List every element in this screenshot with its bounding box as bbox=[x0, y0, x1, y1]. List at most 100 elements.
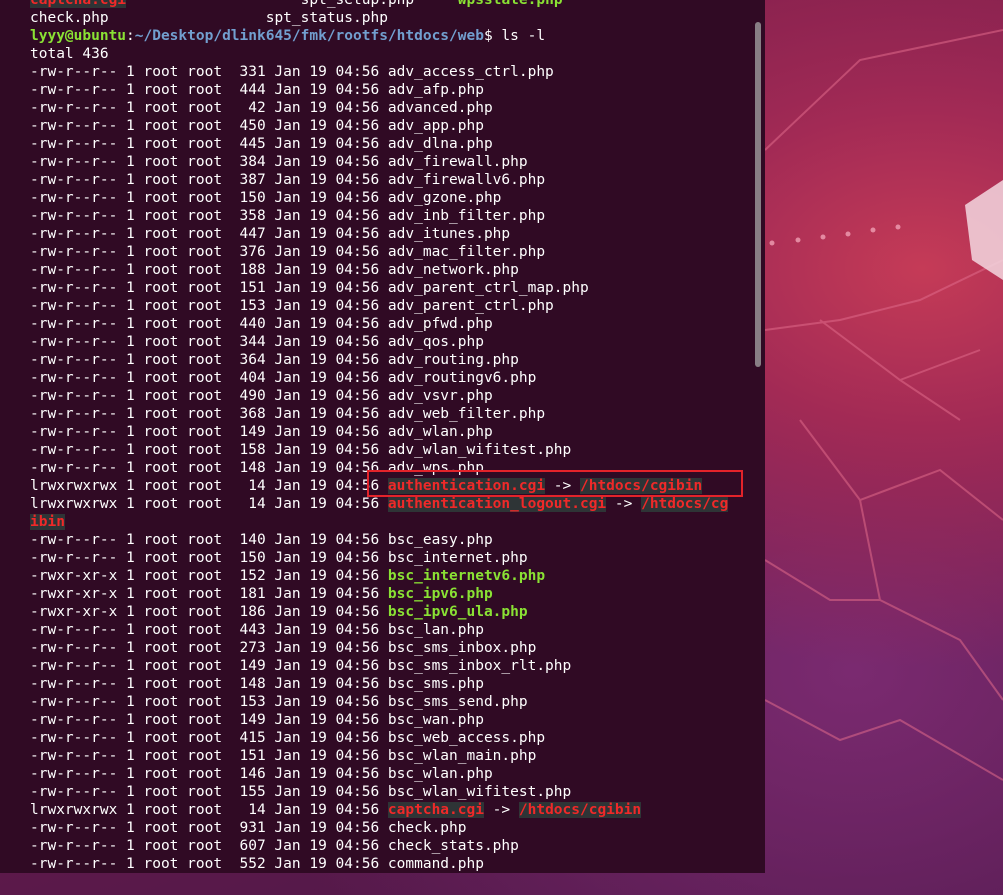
terminal-scrollbar[interactable] bbox=[755, 22, 761, 367]
listing-row: -rw-r--r-- 1 root root 140 Jan 19 04:56 … bbox=[30, 531, 760, 549]
filename: adv_routingv6.php bbox=[387, 370, 537, 386]
prompt-path: ~/Desktop/dlink645/fmk/rootfs/htdocs/web bbox=[134, 28, 484, 44]
prev-filename: spt_status.php bbox=[265, 10, 388, 26]
filename: adv_inb_filter.php bbox=[387, 208, 546, 224]
listing-row: -rw-r--r-- 1 root root 146 Jan 19 04:56 … bbox=[30, 765, 760, 783]
prompt-separator: : bbox=[126, 28, 135, 44]
filename: bsc_sms_inbox.php bbox=[387, 640, 537, 656]
filename: adv_parent_ctrl.php bbox=[387, 298, 554, 314]
listing-row: -rw-r--r-- 1 root root 387 Jan 19 04:56 … bbox=[30, 171, 760, 189]
file-meta: -rw-r--r-- 1 root root 443 Jan 19 04:56 bbox=[30, 622, 388, 638]
filename: bsc_wan.php bbox=[387, 712, 484, 728]
listing-row: -rw-r--r-- 1 root root 445 Jan 19 04:56 … bbox=[30, 135, 760, 153]
listing-row: -rw-r--r-- 1 root root 149 Jan 19 04:56 … bbox=[30, 711, 760, 729]
file-meta: -rw-r--r-- 1 root root 607 Jan 19 04:56 bbox=[30, 838, 388, 854]
listing-row: -rw-r--r-- 1 root root 447 Jan 19 04:56 … bbox=[30, 225, 760, 243]
filename: adv_qos.php bbox=[387, 334, 484, 350]
filename: bsc_lan.php bbox=[387, 622, 484, 638]
filename: command.php bbox=[387, 856, 484, 872]
file-meta: -rw-r--r-- 1 root root 450 Jan 19 04:56 bbox=[30, 118, 388, 134]
file-meta: -rwxr-xr-x 1 root root 152 Jan 19 04:56 bbox=[30, 568, 388, 584]
filename: bsc_wlan.php bbox=[387, 766, 493, 782]
file-meta: -rw-r--r-- 1 root root 148 Jan 19 04:56 bbox=[30, 460, 388, 476]
filename: adv_app.php bbox=[387, 118, 484, 134]
symlink-target: /htdocs/cg bbox=[641, 496, 729, 512]
listing-row: -rw-r--r-- 1 root root 344 Jan 19 04:56 … bbox=[30, 333, 760, 351]
file-meta: -rw-r--r-- 1 root root 188 Jan 19 04:56 bbox=[30, 262, 388, 278]
listing-row: -rw-r--r-- 1 root root 155 Jan 19 04:56 … bbox=[30, 783, 760, 801]
file-meta: -rw-r--r-- 1 root root 552 Jan 19 04:56 bbox=[30, 856, 388, 872]
listing-row: -rw-r--r-- 1 root root 188 Jan 19 04:56 … bbox=[30, 261, 760, 279]
listing-row: -rw-r--r-- 1 root root 607 Jan 19 04:56 … bbox=[30, 837, 760, 855]
filename: adv_routing.php bbox=[387, 352, 519, 368]
ls-total: total 436 bbox=[30, 46, 109, 62]
filename: adv_dlna.php bbox=[387, 136, 493, 152]
listing-row: -rw-r--r-- 1 root root 150 Jan 19 04:56 … bbox=[30, 549, 760, 567]
filename: bsc_sms.php bbox=[387, 676, 484, 692]
file-meta: -rw-r--r-- 1 root root 150 Jan 19 04:56 bbox=[30, 190, 388, 206]
listing-row: -rw-r--r-- 1 root root 404 Jan 19 04:56 … bbox=[30, 369, 760, 387]
listing-row: -rw-r--r-- 1 root root 151 Jan 19 04:56 … bbox=[30, 279, 760, 297]
file-meta: -rw-r--r-- 1 root root 445 Jan 19 04:56 bbox=[30, 136, 388, 152]
terminal-window[interactable]: captcha.cgi spt_setup.php wpsstate.php ch… bbox=[0, 0, 765, 873]
listing-row: -rw-r--r-- 1 root root 552 Jan 19 04:56 … bbox=[30, 855, 760, 873]
listing-row: -rw-r--r-- 1 root root 384 Jan 19 04:56 … bbox=[30, 153, 760, 171]
file-meta: -rw-r--r-- 1 root root 444 Jan 19 04:56 bbox=[30, 82, 388, 98]
listing-row: -rw-r--r-- 1 root root 149 Jan 19 04:56 … bbox=[30, 657, 760, 675]
filename: adv_firewall.php bbox=[387, 154, 528, 170]
symlink-arrow: -> bbox=[606, 496, 642, 512]
prev-filename: captcha.cgi bbox=[30, 0, 127, 8]
listing-row: -rw-r--r-- 1 root root 415 Jan 19 04:56 … bbox=[30, 729, 760, 747]
file-meta: -rw-r--r-- 1 root root 140 Jan 19 04:56 bbox=[30, 532, 388, 548]
file-meta: -rw-r--r-- 1 root root 273 Jan 19 04:56 bbox=[30, 640, 388, 656]
filename: check_stats.php bbox=[387, 838, 519, 854]
file-meta: -rw-r--r-- 1 root root 931 Jan 19 04:56 bbox=[30, 820, 388, 836]
listing-row: -rw-r--r-- 1 root root 376 Jan 19 04:56 … bbox=[30, 243, 760, 261]
listing-row: -rw-r--r-- 1 root root 358 Jan 19 04:56 … bbox=[30, 207, 760, 225]
prompt-command: $ ls -l bbox=[483, 28, 546, 44]
file-meta: -rwxr-xr-x 1 root root 181 Jan 19 04:56 bbox=[30, 586, 388, 602]
listing-row: -rw-r--r-- 1 root root 42 Jan 19 04:56 a… bbox=[30, 99, 760, 117]
prev-filename: spt_setup.php bbox=[300, 0, 415, 8]
listing-row: -rw-r--r-- 1 root root 931 Jan 19 04:56 … bbox=[30, 819, 760, 837]
filename: check.php bbox=[387, 820, 467, 836]
file-meta: -rw-r--r-- 1 root root 151 Jan 19 04:56 bbox=[30, 748, 388, 764]
listing-row: -rw-r--r-- 1 root root 443 Jan 19 04:56 … bbox=[30, 621, 760, 639]
filename: advanced.php bbox=[387, 100, 493, 116]
listing-row: -rw-r--r-- 1 root root 153 Jan 19 04:56 … bbox=[30, 297, 760, 315]
filename: bsc_sms_send.php bbox=[387, 694, 528, 710]
file-meta: -rw-r--r-- 1 root root 148 Jan 19 04:56 bbox=[30, 676, 388, 692]
file-meta: -rw-r--r-- 1 root root 149 Jan 19 04:56 bbox=[30, 658, 388, 674]
file-meta: lrwxrwxrwx 1 root root 14 Jan 19 04:56 bbox=[30, 496, 388, 512]
prev-output-row: check.php spt_status.php bbox=[30, 9, 760, 27]
file-meta: lrwxrwxrwx 1 root root 14 Jan 19 04:56 bbox=[30, 802, 388, 818]
listing-row-wrap: ibin bbox=[30, 513, 760, 531]
filename: bsc_sms_inbox_rlt.php bbox=[387, 658, 572, 674]
file-meta: -rw-r--r-- 1 root root 153 Jan 19 04:56 bbox=[30, 694, 388, 710]
file-meta: -rw-r--r-- 1 root root 146 Jan 19 04:56 bbox=[30, 766, 388, 782]
file-meta: -rw-r--r-- 1 root root 364 Jan 19 04:56 bbox=[30, 352, 388, 368]
filename: bsc_internet.php bbox=[387, 550, 528, 566]
file-meta: -rw-r--r-- 1 root root 415 Jan 19 04:56 bbox=[30, 730, 388, 746]
file-meta: -rw-r--r-- 1 root root 404 Jan 19 04:56 bbox=[30, 370, 388, 386]
symlink-name: captcha.cgi bbox=[387, 802, 484, 818]
prompt-line: lyyy@ubuntu:~/Desktop/dlink645/fmk/rootf… bbox=[30, 27, 760, 45]
file-meta: -rw-r--r-- 1 root root 440 Jan 19 04:56 bbox=[30, 316, 388, 332]
filename: bsc_web_access.php bbox=[387, 730, 546, 746]
listing-row: -rw-r--r-- 1 root root 148 Jan 19 04:56 … bbox=[30, 675, 760, 693]
file-meta: -rw-r--r-- 1 root root 158 Jan 19 04:56 bbox=[30, 442, 388, 458]
filename: adv_gzone.php bbox=[387, 190, 502, 206]
listing-row: -rw-r--r-- 1 root root 158 Jan 19 04:56 … bbox=[30, 441, 760, 459]
symlink-target: /htdocs/cgibin bbox=[518, 802, 642, 818]
filename: adv_itunes.php bbox=[387, 226, 511, 242]
filename: adv_network.php bbox=[387, 262, 519, 278]
file-meta: -rw-r--r-- 1 root root 344 Jan 19 04:56 bbox=[30, 334, 388, 350]
prompt-user: lyyy@ubuntu bbox=[30, 28, 127, 44]
prev-output-row: captcha.cgi spt_setup.php wpsstate.php bbox=[30, 0, 760, 9]
filename: bsc_ipv6_ula.php bbox=[387, 604, 528, 620]
filename: bsc_ipv6.php bbox=[387, 586, 493, 602]
filename: bsc_wlan_main.php bbox=[387, 748, 537, 764]
filename: adv_mac_filter.php bbox=[387, 244, 546, 260]
filename: adv_firewallv6.php bbox=[387, 172, 546, 188]
listing-row: -rw-r--r-- 1 root root 440 Jan 19 04:56 … bbox=[30, 315, 760, 333]
